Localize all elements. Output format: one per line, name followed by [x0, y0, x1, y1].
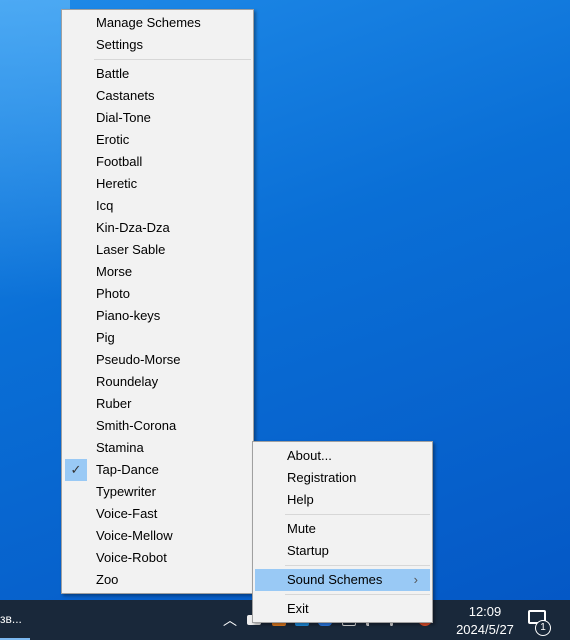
menu-item-scheme[interactable]: Dial-Tone — [62, 107, 253, 129]
scheme-label: Voice-Mellow — [96, 528, 173, 543]
scheme-label: Roundelay — [96, 374, 159, 389]
menu-item-scheme[interactable]: Smith-Corona — [62, 415, 253, 437]
menu-item-scheme[interactable]: Stamina — [62, 437, 253, 459]
menu-item-mute[interactable]: Mute — [253, 518, 432, 540]
scheme-label: Icq — [96, 198, 114, 213]
taskbar-app-button[interactable]: зв... — [0, 612, 22, 626]
menu-item-help[interactable]: Help — [253, 489, 432, 511]
menu-item-exit[interactable]: Exit — [253, 598, 432, 620]
menu-item-settings[interactable]: Settings — [62, 34, 253, 56]
menu-item-scheme[interactable]: Heretic — [62, 173, 253, 195]
scheme-label: Morse — [96, 264, 133, 279]
menu-item-scheme[interactable]: Zoo — [62, 569, 253, 591]
scheme-label: Piano-keys — [96, 308, 161, 323]
scheme-label: Pig — [96, 330, 115, 345]
scheme-label: Photo — [96, 286, 130, 301]
sound-schemes-submenu: Manage Schemes Settings Battle Castanets D… — [61, 9, 254, 594]
menu-item-startup[interactable]: Startup — [253, 540, 432, 562]
menu-item-scheme[interactable]: Voice-Fast — [62, 503, 253, 525]
scheme-label: Tap-Dance — [96, 462, 159, 477]
scheme-label: Castanets — [96, 88, 155, 103]
menu-item-scheme[interactable]: Erotic — [62, 129, 253, 151]
scheme-label: Erotic — [96, 132, 130, 147]
menu-item-sound-schemes[interactable]: Sound Schemes › — [255, 569, 430, 591]
menu-item-registration[interactable]: Registration — [253, 467, 432, 489]
menu-item-scheme[interactable]: Roundelay — [62, 371, 253, 393]
scheme-label: Stamina — [96, 440, 144, 455]
scheme-label: Heretic — [96, 176, 138, 191]
scheme-label: Laser Sable — [96, 242, 166, 257]
sound-schemes-label: Sound Schemes — [287, 572, 383, 587]
scheme-label: Typewriter — [96, 484, 156, 499]
menu-item-scheme[interactable]: Battle — [62, 63, 253, 85]
menu-item-about[interactable]: About... — [253, 445, 432, 467]
menu-item-scheme[interactable]: Kin-Dza-Dza — [62, 217, 253, 239]
scheme-label: Football — [96, 154, 143, 169]
menu-item-scheme[interactable]: Pseudo-Morse — [62, 349, 253, 371]
menu-item-scheme[interactable]: Football — [62, 151, 253, 173]
menu-separator — [94, 59, 251, 60]
menu-item-scheme[interactable]: Morse — [62, 261, 253, 283]
menu-item-scheme[interactable]: ✓ Tap-Dance — [62, 459, 253, 481]
date: 2024/5/27 — [456, 622, 514, 637]
scheme-label: Voice-Robot — [96, 550, 167, 565]
scheme-label: Kin-Dza-Dza — [96, 220, 170, 235]
menu-item-scheme[interactable]: Voice-Mellow — [62, 525, 253, 547]
chevron-up-icon[interactable]: ︿ — [223, 610, 237, 630]
desktop-background — [0, 0, 70, 300]
menu-separator — [285, 594, 430, 595]
menu-item-scheme[interactable]: Voice-Robot — [62, 547, 253, 569]
menu-item-scheme[interactable]: Laser Sable — [62, 239, 253, 261]
chevron-right-icon: › — [413, 572, 418, 587]
menu-item-scheme[interactable]: Ruber — [62, 393, 253, 415]
scheme-label: Voice-Fast — [96, 506, 158, 521]
menu-item-scheme[interactable]: Castanets — [62, 85, 253, 107]
menu-item-scheme[interactable]: Photo — [62, 283, 253, 305]
menu-separator — [285, 565, 430, 566]
menu-item-scheme[interactable]: Typewriter — [62, 481, 253, 503]
scheme-label: Battle — [96, 66, 130, 81]
menu-separator — [285, 514, 430, 515]
scheme-label: Pseudo-Morse — [96, 352, 181, 367]
checkmark-icon: ✓ — [65, 459, 87, 481]
scheme-label: Zoo — [96, 572, 119, 587]
menu-item-scheme[interactable]: Pig — [62, 327, 253, 349]
time: 12:09 — [468, 604, 502, 619]
menu-item-scheme[interactable]: Piano-keys — [62, 305, 253, 327]
menu-item-scheme[interactable]: Icq — [62, 195, 253, 217]
notification-count-badge: 1 — [535, 620, 551, 636]
tray-context-menu: About... Registration Help Mute Startup … — [252, 441, 433, 623]
scheme-label: Dial-Tone — [96, 110, 151, 125]
menu-item-manage-schemes[interactable]: Manage Schemes — [62, 12, 253, 34]
scheme-label: Smith-Corona — [96, 418, 177, 433]
clock[interactable]: 12:09 2024/5/27 — [445, 603, 525, 639]
scheme-label: Ruber — [96, 396, 132, 411]
